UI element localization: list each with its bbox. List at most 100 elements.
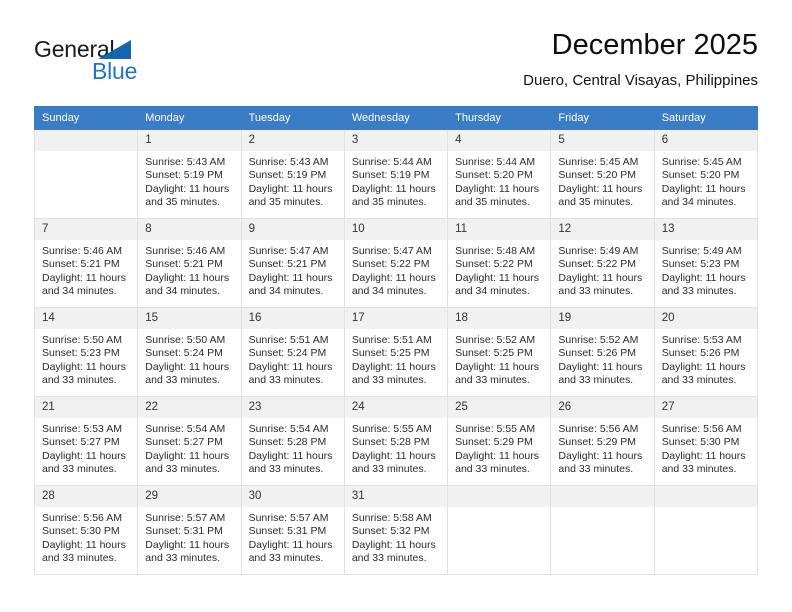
day-number: 18 bbox=[448, 308, 551, 329]
day-cell[interactable]: 4 Sunrise: 5:44 AM Sunset: 5:20 PM Dayli… bbox=[447, 129, 552, 219]
day-cell[interactable]: 25 Sunrise: 5:55 AM Sunset: 5:29 PM Dayl… bbox=[447, 396, 552, 486]
day-cell[interactable]: 27 Sunrise: 5:56 AM Sunset: 5:30 PM Dayl… bbox=[653, 396, 759, 486]
day-cell[interactable]: 23 Sunrise: 5:54 AM Sunset: 5:28 PM Dayl… bbox=[240, 396, 345, 486]
title-block: December 2025 Duero, Central Visayas, Ph… bbox=[523, 28, 758, 91]
daylight-text-line2: and 35 minutes. bbox=[351, 195, 427, 208]
day-number bbox=[448, 486, 551, 507]
sunset-text: Sunset: 5:23 PM bbox=[661, 258, 740, 271]
day-cell[interactable]: 11 Sunrise: 5:48 AM Sunset: 5:22 PM Dayl… bbox=[447, 218, 552, 308]
sunset-text: Sunset: 5:31 PM bbox=[145, 525, 223, 538]
day-number: 21 bbox=[35, 397, 138, 418]
weekday-header-wednesday: Wednesday bbox=[343, 106, 449, 130]
sunset-text: Sunset: 5:21 PM bbox=[145, 258, 223, 271]
day-cell[interactable]: 2 Sunrise: 5:43 AM Sunset: 5:19 PM Dayli… bbox=[240, 129, 345, 219]
day-cell[interactable]: 24 Sunrise: 5:55 AM Sunset: 5:28 PM Dayl… bbox=[343, 396, 449, 486]
sunset-text: Sunset: 5:26 PM bbox=[661, 347, 740, 360]
day-cell[interactable]: 15 Sunrise: 5:50 AM Sunset: 5:24 PM Dayl… bbox=[137, 307, 242, 397]
day-details: Sunrise: 5:50 AM Sunset: 5:23 PM Dayligh… bbox=[35, 329, 137, 387]
sunrise-text: Sunrise: 5:58 AM bbox=[351, 512, 432, 524]
calendar-page: General Blue December 2025 Duero, Centra… bbox=[0, 0, 792, 612]
daylight-text-line2: and 33 minutes. bbox=[558, 373, 634, 386]
day-number: 10 bbox=[344, 219, 448, 240]
day-cell[interactable]: 12 Sunrise: 5:49 AM Sunset: 5:22 PM Dayl… bbox=[550, 218, 655, 308]
generalblue-logo[interactable]: General Blue bbox=[34, 36, 174, 88]
daylight-text-line1: Daylight: 11 hours bbox=[42, 360, 126, 373]
weekday-header-thursday: Thursday bbox=[447, 106, 552, 130]
sunset-text: Sunset: 5:19 PM bbox=[145, 169, 223, 182]
day-cell[interactable]: 14 Sunrise: 5:50 AM Sunset: 5:23 PM Dayl… bbox=[33, 307, 139, 397]
day-cell[interactable]: 16 Sunrise: 5:51 AM Sunset: 5:24 PM Dayl… bbox=[240, 307, 345, 397]
day-details: Sunrise: 5:51 AM Sunset: 5:25 PM Dayligh… bbox=[345, 329, 447, 387]
day-details: Sunrise: 5:46 AM Sunset: 5:21 PM Dayligh… bbox=[35, 240, 137, 298]
day-number: 4 bbox=[448, 130, 551, 151]
sunrise-text: Sunrise: 5:47 AM bbox=[248, 245, 329, 257]
daylight-text-line2: and 35 minutes. bbox=[455, 195, 530, 208]
sunrise-text: Sunrise: 5:56 AM bbox=[42, 512, 122, 524]
day-number: 22 bbox=[138, 397, 241, 418]
daylight-text-line1: Daylight: 11 hours bbox=[248, 360, 333, 373]
daylight-text-line2: and 33 minutes. bbox=[661, 284, 737, 297]
sunset-text: Sunset: 5:24 PM bbox=[145, 347, 223, 360]
weekday-header-sunday: Sunday bbox=[33, 106, 139, 130]
day-cell[interactable]: 1 Sunrise: 5:43 AM Sunset: 5:19 PM Dayli… bbox=[137, 129, 242, 219]
sunrise-text: Sunrise: 5:49 AM bbox=[661, 245, 742, 257]
logo-triangle-icon bbox=[98, 40, 131, 59]
sunset-text: Sunset: 5:27 PM bbox=[145, 436, 223, 449]
day-cell[interactable]: 19 Sunrise: 5:52 AM Sunset: 5:26 PM Dayl… bbox=[550, 307, 655, 397]
sunset-text: Sunset: 5:19 PM bbox=[351, 169, 430, 182]
day-details: Sunrise: 5:56 AM Sunset: 5:30 PM Dayligh… bbox=[35, 507, 137, 565]
day-number: 17 bbox=[344, 308, 448, 329]
daylight-text-line2: and 33 minutes. bbox=[351, 373, 427, 386]
calendar-week-row: 28 Sunrise: 5:56 AM Sunset: 5:30 PM Dayl… bbox=[33, 485, 759, 575]
sunrise-text: Sunrise: 5:45 AM bbox=[558, 156, 639, 168]
day-cell[interactable]: 26 Sunrise: 5:56 AM Sunset: 5:29 PM Dayl… bbox=[550, 396, 655, 486]
daylight-text-line2: and 33 minutes. bbox=[558, 462, 634, 475]
day-cell[interactable]: 5 Sunrise: 5:45 AM Sunset: 5:20 PM Dayli… bbox=[550, 129, 655, 219]
weekday-header-friday: Friday bbox=[550, 106, 655, 130]
day-cell[interactable]: 6 Sunrise: 5:45 AM Sunset: 5:20 PM Dayli… bbox=[653, 129, 759, 219]
sunset-text: Sunset: 5:32 PM bbox=[351, 525, 430, 538]
day-number bbox=[654, 486, 757, 507]
day-cell[interactable]: 30 Sunrise: 5:57 AM Sunset: 5:31 PM Dayl… bbox=[240, 485, 345, 575]
sunset-text: Sunset: 5:25 PM bbox=[351, 347, 430, 360]
daylight-text-line2: and 33 minutes. bbox=[145, 373, 220, 386]
daylight-text-line2: and 33 minutes. bbox=[42, 373, 117, 386]
sunrise-text: Sunrise: 5:53 AM bbox=[661, 334, 742, 346]
day-cell[interactable]: 20 Sunrise: 5:53 AM Sunset: 5:26 PM Dayl… bbox=[653, 307, 759, 397]
daylight-text-line1: Daylight: 11 hours bbox=[145, 449, 230, 462]
sunset-text: Sunset: 5:27 PM bbox=[42, 436, 120, 449]
sunset-text: Sunset: 5:23 PM bbox=[42, 347, 120, 360]
daylight-text-line1: Daylight: 11 hours bbox=[248, 182, 333, 195]
day-cell[interactable]: 10 Sunrise: 5:47 AM Sunset: 5:22 PM Dayl… bbox=[343, 218, 449, 308]
day-cell[interactable]: 8 Sunrise: 5:46 AM Sunset: 5:21 PM Dayli… bbox=[137, 218, 242, 308]
daylight-text-line1: Daylight: 11 hours bbox=[661, 271, 746, 284]
daylight-text-line1: Daylight: 11 hours bbox=[351, 271, 436, 284]
day-cell[interactable]: 22 Sunrise: 5:54 AM Sunset: 5:27 PM Dayl… bbox=[137, 396, 242, 486]
day-cell[interactable]: 31 Sunrise: 5:58 AM Sunset: 5:32 PM Dayl… bbox=[343, 485, 449, 575]
day-cell[interactable]: 21 Sunrise: 5:53 AM Sunset: 5:27 PM Dayl… bbox=[33, 396, 139, 486]
day-details: Sunrise: 5:57 AM Sunset: 5:31 PM Dayligh… bbox=[138, 507, 240, 565]
sunset-text: Sunset: 5:21 PM bbox=[42, 258, 120, 271]
sunrise-text: Sunrise: 5:45 AM bbox=[661, 156, 742, 168]
day-cell[interactable]: 3 Sunrise: 5:44 AM Sunset: 5:19 PM Dayli… bbox=[343, 129, 449, 219]
day-cell[interactable]: 7 Sunrise: 5:46 AM Sunset: 5:21 PM Dayli… bbox=[33, 218, 139, 308]
day-cell[interactable]: 13 Sunrise: 5:49 AM Sunset: 5:23 PM Dayl… bbox=[653, 218, 759, 308]
sunrise-text: Sunrise: 5:50 AM bbox=[42, 334, 122, 346]
daylight-text-line2: and 34 minutes. bbox=[455, 284, 530, 297]
daylight-text-line2: and 34 minutes. bbox=[351, 284, 427, 297]
day-details: Sunrise: 5:49 AM Sunset: 5:22 PM Dayligh… bbox=[551, 240, 653, 298]
day-cell[interactable]: 17 Sunrise: 5:51 AM Sunset: 5:25 PM Dayl… bbox=[343, 307, 449, 397]
daylight-text-line2: and 33 minutes. bbox=[42, 551, 117, 564]
daylight-text-line1: Daylight: 11 hours bbox=[145, 182, 230, 195]
daylight-text-line1: Daylight: 11 hours bbox=[661, 360, 746, 373]
sunrise-text: Sunrise: 5:51 AM bbox=[351, 334, 432, 346]
day-cell[interactable]: 28 Sunrise: 5:56 AM Sunset: 5:30 PM Dayl… bbox=[33, 485, 139, 575]
calendar-week-row: 7 Sunrise: 5:46 AM Sunset: 5:21 PM Dayli… bbox=[33, 218, 759, 308]
day-cell[interactable]: 18 Sunrise: 5:52 AM Sunset: 5:25 PM Dayl… bbox=[447, 307, 552, 397]
day-number: 25 bbox=[448, 397, 551, 418]
day-cell[interactable]: 9 Sunrise: 5:47 AM Sunset: 5:21 PM Dayli… bbox=[240, 218, 345, 308]
sunset-text: Sunset: 5:28 PM bbox=[248, 436, 327, 449]
day-details: Sunrise: 5:46 AM Sunset: 5:21 PM Dayligh… bbox=[138, 240, 240, 298]
day-cell-empty bbox=[653, 485, 759, 575]
day-cell[interactable]: 29 Sunrise: 5:57 AM Sunset: 5:31 PM Dayl… bbox=[137, 485, 242, 575]
